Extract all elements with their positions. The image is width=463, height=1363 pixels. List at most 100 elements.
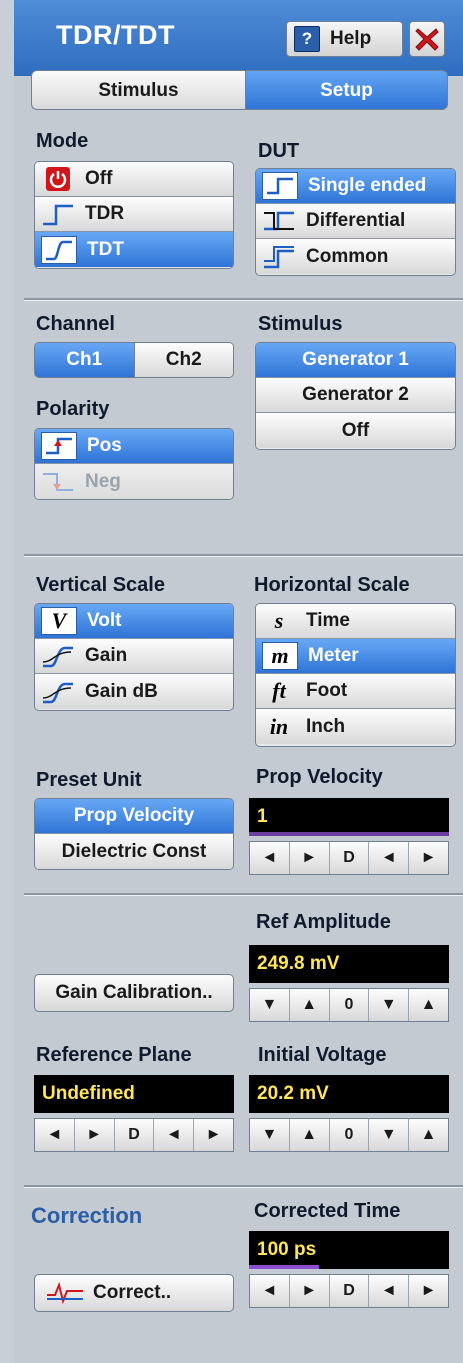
preset-unit-label: Preset Unit xyxy=(36,769,142,791)
polarity-label: Polarity xyxy=(36,398,110,420)
ref-amplitude-field[interactable]: 249.8 mV xyxy=(249,945,449,983)
close-button[interactable] xyxy=(409,21,445,57)
initial-voltage-field[interactable]: 20.2 mV xyxy=(249,1075,449,1113)
mode-option-label: Off xyxy=(85,168,113,189)
decrement-fine-button[interactable]: ◄ xyxy=(250,842,289,874)
horizontal-scale-option-label: Foot xyxy=(306,680,348,701)
horizontal-scale-option-time[interactable]: s Time xyxy=(256,604,455,639)
decrement-fine-button[interactable]: ◄ xyxy=(35,1119,74,1151)
increment-fine-button[interactable]: ▲ xyxy=(288,989,329,1021)
tdr-step-icon xyxy=(41,201,75,227)
decrement-fine-button[interactable]: ◄ xyxy=(250,1275,289,1307)
increment-coarse-button[interactable]: ▲ xyxy=(408,1119,448,1151)
mode-option-off[interactable]: Off xyxy=(35,162,233,197)
corrected-time-label: Corrected Time xyxy=(254,1200,401,1222)
increment-fine-button[interactable]: ▲ xyxy=(288,1119,329,1151)
ref-amplitude-label: Ref Amplitude xyxy=(256,911,391,933)
prop-velocity-label: Prop Velocity xyxy=(256,766,383,788)
gain-calibration-button[interactable]: Gain Calibration.. xyxy=(34,974,234,1012)
corrected-time-level-bar xyxy=(249,1265,319,1269)
correct-button[interactable]: Correct.. xyxy=(34,1274,234,1312)
decrement-coarse-button[interactable]: ◄ xyxy=(368,842,408,874)
decrement-coarse-button[interactable]: ▼ xyxy=(368,989,408,1021)
decrement-coarse-button[interactable]: ◄ xyxy=(368,1275,408,1307)
increment-fine-button[interactable]: ► xyxy=(288,1275,329,1307)
section-divider xyxy=(24,298,463,301)
mode-label: Mode xyxy=(36,130,89,152)
preset-unit-option-dielectric-const[interactable]: Dielectric Const xyxy=(35,834,233,869)
horizontal-scale-option-inch[interactable]: in Inch xyxy=(256,709,455,744)
polarity-option-pos[interactable]: Pos xyxy=(35,429,233,464)
increment-coarse-button[interactable]: ► xyxy=(408,842,448,874)
channel-option-ch2[interactable]: Ch2 xyxy=(133,343,233,377)
increment-fine-button[interactable]: ► xyxy=(73,1119,114,1151)
help-button[interactable]: ? Help xyxy=(286,21,403,57)
stimulus-option-generator-2[interactable]: Generator 2 xyxy=(256,378,455,413)
polarity-option-label: Pos xyxy=(87,435,122,456)
reference-plane-field[interactable]: Undefined xyxy=(34,1075,234,1113)
negative-edge-icon xyxy=(41,469,75,495)
volt-icon: V xyxy=(41,607,77,635)
tab-stimulus[interactable]: Stimulus xyxy=(31,70,246,110)
stimulus-label: Stimulus xyxy=(258,313,343,335)
default-button[interactable]: D xyxy=(113,1119,154,1151)
power-icon xyxy=(41,166,75,192)
reference-plane-label: Reference Plane xyxy=(36,1044,192,1066)
decrement-fine-button[interactable]: ▼ xyxy=(250,1119,289,1151)
initial-voltage-spinner: ▼ ▲ 0 ▼ ▲ xyxy=(249,1118,449,1152)
stimulus-option-off[interactable]: Off xyxy=(256,413,455,448)
correction-heading: Correction xyxy=(31,1203,143,1228)
vertical-scale-label: Vertical Scale xyxy=(36,574,165,596)
decrement-coarse-button[interactable]: ▼ xyxy=(368,1119,408,1151)
ref-amplitude-spinner: ▼ ▲ 0 ▼ ▲ xyxy=(249,988,449,1022)
channel-label: Channel xyxy=(36,313,115,335)
default-button[interactable]: D xyxy=(328,842,369,874)
vertical-scale-option-gain-db[interactable]: Gain dB xyxy=(35,674,233,709)
meter-icon: m xyxy=(262,642,298,670)
horizontal-scale-option-meter[interactable]: m Meter xyxy=(256,639,455,674)
default-button[interactable]: D xyxy=(328,1275,369,1307)
close-icon xyxy=(415,28,439,51)
preset-unit-option-prop-velocity[interactable]: Prop Velocity xyxy=(35,799,233,834)
horizontal-scale-label: Horizontal Scale xyxy=(254,574,410,596)
corrected-time-field[interactable]: 100 ps xyxy=(249,1231,449,1269)
horizontal-scale-option-foot[interactable]: ft Foot xyxy=(256,674,455,709)
polarity-option-neg: Neg xyxy=(35,464,233,499)
inch-icon: in xyxy=(269,713,289,739)
prop-velocity-field[interactable]: 1 xyxy=(249,798,449,836)
single-ended-icon xyxy=(262,172,298,200)
increment-coarse-button[interactable]: ► xyxy=(193,1119,233,1151)
correction-waveform-icon xyxy=(45,1281,85,1305)
increment-coarse-button[interactable]: ► xyxy=(408,1275,448,1307)
corrected-time-value: 100 ps xyxy=(257,1239,317,1260)
section-divider xyxy=(24,893,463,896)
mode-option-label: TDR xyxy=(85,203,125,224)
vertical-scale-option-volt[interactable]: V Volt xyxy=(35,604,233,639)
channel-selector: Ch1 Ch2 xyxy=(34,342,234,378)
increment-fine-button[interactable]: ► xyxy=(288,842,329,874)
tab-setup[interactable]: Setup xyxy=(245,70,448,110)
increment-coarse-button[interactable]: ▲ xyxy=(408,989,448,1021)
mode-group: Off TDR TDT xyxy=(34,161,234,269)
horizontal-scale-option-label: Inch xyxy=(306,715,346,737)
section-divider xyxy=(24,554,463,557)
vertical-scale-option-label: Gain dB xyxy=(85,680,158,702)
decrement-coarse-button[interactable]: ◄ xyxy=(153,1119,193,1151)
mode-option-tdr[interactable]: TDR xyxy=(35,197,233,232)
zero-button[interactable]: 0 xyxy=(328,989,369,1021)
vertical-scale-group: V Volt Gain Gain dB xyxy=(34,603,234,711)
dut-option-single-ended[interactable]: Single ended xyxy=(256,169,455,204)
horizontal-scale-group: s Time m Meter ft Foot in Inch xyxy=(255,603,456,747)
vertical-scale-option-label: Gain xyxy=(85,645,128,666)
decrement-fine-button[interactable]: ▼ xyxy=(250,989,289,1021)
initial-voltage-label: Initial Voltage xyxy=(258,1044,387,1066)
dut-option-differential[interactable]: Differential xyxy=(256,204,455,239)
channel-option-ch1[interactable]: Ch1 xyxy=(35,343,134,377)
zero-button[interactable]: 0 xyxy=(328,1119,369,1151)
vertical-scale-option-gain[interactable]: Gain xyxy=(35,639,233,674)
stimulus-option-generator-1[interactable]: Generator 1 xyxy=(256,343,455,378)
dut-label: DUT xyxy=(258,140,300,162)
mode-option-tdt[interactable]: TDT xyxy=(35,232,233,267)
differential-icon xyxy=(262,208,296,234)
dut-option-common[interactable]: Common xyxy=(256,239,455,274)
